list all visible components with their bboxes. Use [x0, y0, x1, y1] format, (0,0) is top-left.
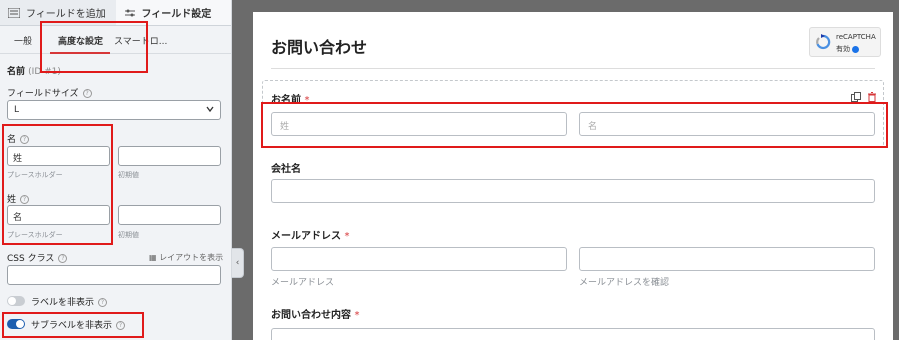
show-layout-link[interactable]: ▦ レイアウトを表示 — [149, 252, 223, 263]
tab-general[interactable]: 一般 — [14, 34, 32, 47]
recaptcha-icon — [816, 34, 831, 50]
highlight-box — [40, 21, 148, 73]
css-class-label: CSS クラス — [7, 254, 55, 264]
hide-label-toggle[interactable] — [7, 296, 25, 306]
field-actions — [851, 92, 877, 102]
chevron-left-icon: ‹ — [235, 258, 240, 268]
title-divider — [271, 68, 875, 69]
field-size-label: フィールドサイズ — [7, 89, 79, 99]
email-sublabel: メールアドレス — [271, 278, 335, 288]
company-field-label: 会社名 — [271, 164, 301, 175]
help-icon[interactable]: ? — [98, 298, 108, 307]
check-icon — [852, 45, 859, 53]
email-field-text: メールアドレス — [271, 231, 341, 242]
first-default-sublabel: 初期値 — [118, 171, 139, 179]
hide-label-row: ラベルを非表示? — [31, 295, 108, 308]
css-class-input[interactable] — [7, 265, 221, 285]
show-layout-label: レイアウトを表示 — [159, 253, 224, 262]
last-default-sublabel: 初期値 — [118, 231, 139, 239]
email-confirm-sublabel: メールアドレスを確認 — [579, 278, 670, 288]
field-size-heading: フィールドサイズ? — [7, 86, 92, 99]
field-options-panel: フィールドを追加 フィールド設定 一般 高度な設定 スマートロ... 名前 (I… — [0, 0, 232, 340]
hide-label-text: ラベルを非表示 — [31, 298, 95, 308]
inquiry-textarea[interactable] — [271, 328, 875, 340]
highlight-box — [2, 124, 113, 245]
recaptcha-status-row: 有効 — [836, 44, 859, 54]
recaptcha-badge: reCAPTCHA 有効 — [809, 27, 881, 57]
email-input[interactable] — [271, 247, 567, 271]
trash-icon[interactable] — [867, 92, 877, 102]
company-input[interactable] — [271, 179, 875, 203]
collapse-panel-button[interactable]: ‹ — [232, 248, 244, 278]
last-default-input[interactable] — [118, 205, 221, 225]
field-settings-label: フィールド設定 — [141, 9, 212, 20]
css-class-heading: CSS クラス? — [7, 251, 68, 264]
form-title: お問い合わせ — [271, 38, 368, 57]
field-size-select[interactable]: L — [7, 100, 221, 120]
highlight-box — [261, 102, 888, 148]
first-default-input[interactable] — [118, 146, 221, 166]
add-field-label: フィールドを追加 — [26, 9, 106, 20]
inquiry-field-text: お問い合わせ内容 — [271, 310, 351, 321]
form-preview: お問い合わせ reCAPTCHA 有効 お名前 * 姓 名 会社名 メールアドレ… — [253, 12, 893, 340]
inquiry-field-label: お問い合わせ内容 * — [271, 306, 359, 321]
duplicate-icon[interactable] — [851, 92, 861, 102]
recaptcha-title: reCAPTCHA — [836, 33, 876, 41]
highlight-box — [2, 312, 144, 338]
grid-icon: ▦ — [149, 253, 157, 262]
required-mark: * — [354, 310, 360, 321]
recaptcha-status: 有効 — [836, 45, 850, 53]
list-icon — [8, 7, 20, 18]
email-confirm-input[interactable] — [579, 247, 875, 271]
toggle-knob — [8, 297, 16, 305]
required-mark: * — [344, 231, 350, 242]
help-icon[interactable]: ? — [82, 89, 92, 98]
sliders-icon — [124, 9, 135, 16]
email-field-label: メールアドレス * — [271, 227, 349, 242]
field-size-value: L — [14, 105, 20, 115]
field-name-label: 名前 — [7, 67, 26, 77]
chevron-down-icon — [206, 106, 214, 113]
help-icon[interactable]: ? — [58, 254, 68, 263]
